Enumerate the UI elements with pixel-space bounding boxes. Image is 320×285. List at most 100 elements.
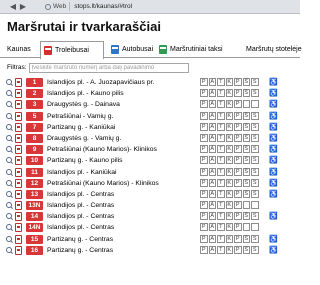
route-row[interactable]: 1 Islandijos pl. - A. Juozapavičiaus pr.…: [5, 77, 298, 88]
tab-marsrutiniai-taksi[interactable]: Maršrutiniai taksi: [159, 41, 223, 58]
search-icon[interactable]: [6, 157, 13, 164]
tab-troleibusai[interactable]: Troleibusai: [40, 41, 104, 59]
route-number[interactable]: 13N: [26, 201, 43, 211]
route-number[interactable]: 13: [26, 189, 43, 199]
route-name[interactable]: Petrašiūnai - Vamių g.: [47, 112, 199, 122]
wheelchair-icon: ♿: [269, 90, 278, 98]
route-row[interactable]: 14N Islandijos pl. - Centras P A T K P: [5, 222, 298, 233]
search-icon[interactable]: [6, 146, 13, 153]
tab-kaunas[interactable]: Kaunas: [7, 41, 31, 58]
weekday-cell: P: [234, 111, 242, 120]
route-row[interactable]: 5 Petrašiūnai - Vamių g. P A T K P Š S ♿: [5, 111, 298, 122]
route-number[interactable]: 14: [26, 212, 43, 222]
route-number[interactable]: 9: [26, 145, 43, 155]
route-row[interactable]: 13 Islandijos pl. - Centras P A T K P Š …: [5, 189, 298, 200]
route-name[interactable]: Draugystės g. - Vamių g.: [47, 134, 199, 144]
route-name[interactable]: Petrašiūnai (Kauno Marios) - Klinikos: [47, 179, 199, 189]
wheelchair-icon: ♿: [269, 134, 278, 142]
route-name[interactable]: Islandijos pl. - Centras: [47, 190, 199, 200]
weekday-cell: A: [208, 122, 216, 131]
address-bar[interactable]: Web stops.lt/kaunas/#trol: [42, 1, 132, 12]
route-name[interactable]: Partizanų g. - Kauno pilis: [47, 156, 199, 166]
search-icon[interactable]: [6, 101, 13, 108]
route-number[interactable]: 11: [26, 167, 43, 177]
back-arrow-icon[interactable]: ◀: [8, 2, 18, 12]
globe-icon: [45, 3, 51, 10]
route-row[interactable]: 15 Partizanų g. - Centras P A T K P Š S …: [5, 234, 298, 245]
route-name[interactable]: Partizanų g. - Centras: [47, 246, 199, 256]
route-name[interactable]: Islandijos pl. - Centras: [47, 201, 199, 211]
route-name[interactable]: Islandijos pl. - Kaniūkai: [47, 168, 199, 178]
troleibus-icon: [15, 111, 22, 121]
route-name[interactable]: Islandijos pl. - Centras: [47, 212, 199, 222]
route-filter-input[interactable]: [28, 62, 189, 73]
search-icon[interactable]: [6, 246, 13, 254]
search-icon[interactable]: [6, 202, 13, 209]
route-row[interactable]: 8 Draugystės g. - Vamių g. P A T K P Š S…: [5, 133, 298, 144]
weekday-cell: K: [225, 145, 233, 154]
route-name[interactable]: Islandijos pl. - A. Juozapavičiaus pr.: [47, 78, 199, 88]
route-name[interactable]: Islandijos pl. - Kauno pilis: [47, 89, 199, 99]
route-number[interactable]: 14N: [26, 223, 43, 233]
route-number[interactable]: 8: [26, 133, 43, 143]
search-icon[interactable]: [6, 190, 13, 198]
weekday-cell: Š: [242, 212, 250, 221]
route-number[interactable]: 5: [26, 111, 43, 121]
weekday-cell: K: [225, 223, 233, 232]
route-row[interactable]: 12 Petrašiūnai (Kauno Marios) - Klinikos…: [5, 178, 298, 189]
tab-stoteles-label: Maršrutų stotelėje: [246, 46, 302, 53]
tab-marsrutu-stoteleje[interactable]: Maršrutų stotelėje: [246, 41, 302, 58]
weekday-cell: T: [217, 156, 225, 165]
search-icon[interactable]: [6, 168, 13, 176]
tab-autobusai[interactable]: Autobusai: [111, 41, 153, 58]
route-row[interactable]: 7 Partizanų g. - Kaniūkai P A T K P Š S …: [5, 122, 298, 133]
route-row[interactable]: 13N Islandijos pl. - Centras P A T K P: [5, 200, 298, 211]
route-number[interactable]: 2: [26, 89, 43, 99]
weekday-cell: Š: [242, 111, 250, 120]
weekday-cell: K: [225, 133, 233, 142]
route-number[interactable]: 15: [26, 234, 43, 244]
search-icon[interactable]: [6, 79, 13, 86]
weekday-cell: P: [200, 133, 208, 142]
search-icon[interactable]: [6, 123, 13, 131]
route-row[interactable]: 14 Islandijos pl. - Centras P A T K P Š …: [5, 211, 298, 222]
route-number[interactable]: 16: [26, 245, 43, 255]
weekday-grid: P A T K P: [200, 201, 260, 211]
route-number[interactable]: 1: [26, 78, 43, 87]
route-name[interactable]: Partizanų g. - Kaniūkai: [47, 123, 199, 133]
weekday-cell: A: [208, 223, 216, 232]
route-row[interactable]: 10 Partizanų g. - Kauno pilis P A T K P …: [5, 155, 298, 166]
weekday-cell: P: [200, 89, 208, 98]
weekday-cell: A: [208, 133, 216, 142]
route-row[interactable]: 11 Islandijos pl. - Kaniūkai P A T K P Š…: [5, 167, 298, 178]
wheelchair-icon: ♿: [269, 213, 278, 221]
route-name[interactable]: Petrašiūnai (Kauno Marios)- Klinikos: [47, 145, 199, 155]
troleibus-icon: [15, 201, 22, 211]
weekday-cell: P: [200, 245, 208, 254]
route-number[interactable]: 12: [26, 178, 43, 188]
search-icon[interactable]: [6, 224, 13, 231]
search-icon[interactable]: [6, 213, 13, 220]
route-row[interactable]: 3 Draugystės g. - Dainava P A T K P ♿: [5, 99, 298, 110]
forward-arrow-icon[interactable]: ▶: [18, 2, 28, 12]
search-icon[interactable]: [6, 179, 13, 187]
url-text[interactable]: stops.lt/kaunas/#trol: [70, 3, 132, 10]
search-icon[interactable]: [6, 134, 13, 142]
route-row[interactable]: 2 Islandijos pl. - Kauno pilis P A T K P…: [5, 88, 298, 99]
search-icon[interactable]: [6, 235, 13, 243]
troleibus-icon: [44, 46, 52, 55]
weekday-cell: T: [217, 133, 225, 142]
search-icon[interactable]: [6, 90, 13, 97]
route-number[interactable]: 10: [26, 156, 43, 166]
route-row[interactable]: 9 Petrašiūnai (Kauno Marios)- Klinikos P…: [5, 144, 298, 155]
route-number[interactable]: 7: [26, 122, 43, 132]
troleibus-icon: [15, 133, 22, 143]
route-number[interactable]: 3: [26, 100, 43, 110]
route-name[interactable]: Partizanų g. - Centras: [47, 235, 199, 245]
weekday-cell: T: [217, 78, 225, 86]
route-row[interactable]: 16 Partizanų g. - Centras P A T K P Š S …: [5, 245, 298, 256]
search-icon[interactable]: [6, 112, 13, 120]
route-name[interactable]: Islandijos pl. - Centras: [47, 223, 199, 233]
route-name[interactable]: Draugystės g. - Dainava: [47, 100, 199, 110]
weekday-grid: P A T K P Š S: [200, 189, 260, 200]
